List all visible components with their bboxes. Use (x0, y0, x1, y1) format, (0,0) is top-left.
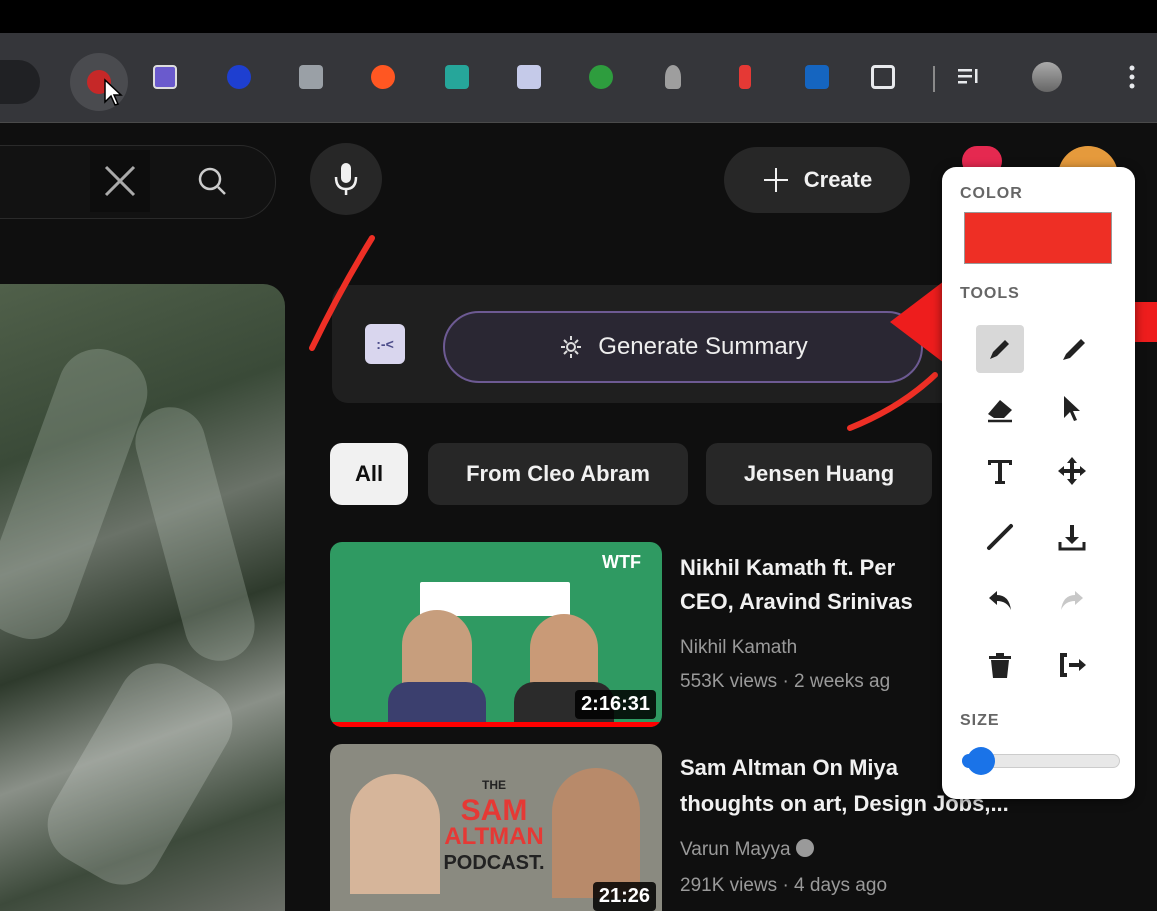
download-icon (1058, 525, 1086, 551)
eraser-icon (988, 400, 1012, 423)
size-section-label: SIZE (960, 712, 1000, 729)
redo-button[interactable] (1048, 577, 1096, 625)
annotation-toolbar: COLOR TOOLS SIZE (942, 167, 1135, 799)
undo-button[interactable] (976, 577, 1024, 625)
text-tool-button[interactable] (976, 447, 1024, 495)
redo-icon (1061, 591, 1083, 610)
exit-icon (1060, 653, 1086, 677)
pointer-icon (1064, 396, 1080, 421)
trash-icon (989, 653, 1011, 678)
pen-tool-button[interactable] (976, 325, 1024, 373)
pen-icon (990, 340, 1009, 359)
color-swatch[interactable] (964, 212, 1112, 264)
exit-button[interactable] (1048, 641, 1096, 689)
color-section-label: COLOR (960, 185, 1023, 202)
drawn-red-stroke (847, 372, 938, 431)
clear-all-button[interactable] (976, 641, 1024, 689)
download-tool-button[interactable] (1048, 513, 1096, 561)
select-tool-button[interactable] (1048, 385, 1096, 433)
eraser-tool-button[interactable] (976, 385, 1024, 433)
highlighter-tool-button[interactable] (1048, 325, 1096, 373)
tools-section-label: TOOLS (960, 285, 1020, 302)
line-icon (987, 524, 1013, 550)
drawn-red-stroke (309, 235, 375, 351)
text-icon (988, 460, 1012, 484)
move-tool-button[interactable] (1048, 447, 1096, 495)
undo-icon (989, 591, 1011, 610)
size-slider-thumb[interactable] (967, 747, 995, 775)
move-icon (1058, 457, 1086, 485)
line-tool-button[interactable] (976, 513, 1024, 561)
highlighter-icon (1063, 339, 1085, 360)
